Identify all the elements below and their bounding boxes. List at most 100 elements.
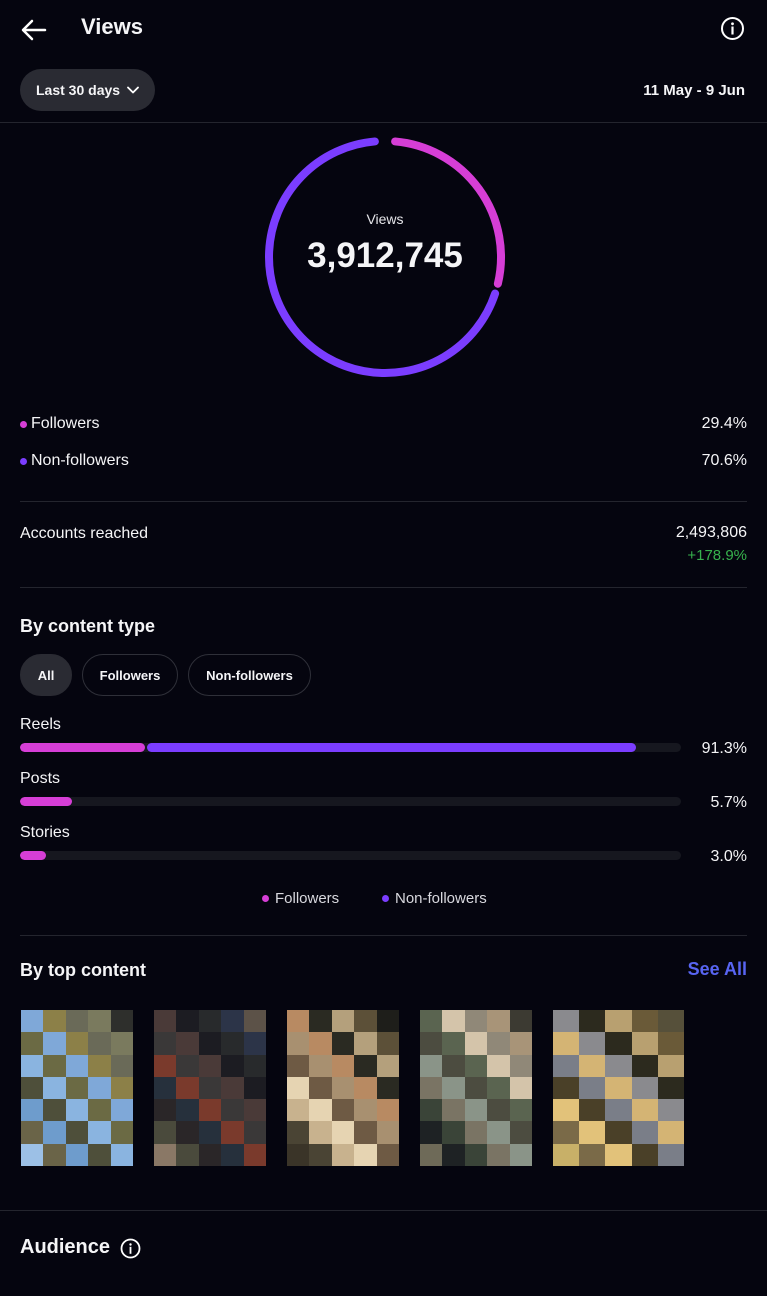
thumbnail-pixel — [331, 1099, 355, 1122]
legend-followers: Followers — [262, 890, 339, 907]
top-bar: Views — [0, 0, 767, 60]
thumbnail-pixel — [631, 1099, 658, 1122]
thumbnail-pixel — [243, 1099, 266, 1122]
thumbnail-pixel — [21, 1032, 44, 1055]
thumbnail-pixel — [176, 1032, 199, 1055]
content-type-title: By content type — [20, 616, 156, 636]
thumbnail-pixel — [331, 1121, 355, 1144]
thumbnail-pixel — [287, 1121, 310, 1144]
bar-non-followers-reels — [146, 743, 637, 752]
thumbnail-pixel — [198, 1143, 222, 1166]
thumbnail-pixel — [110, 1076, 133, 1100]
thumbnail-pixel — [65, 1121, 89, 1144]
bar-followers-stories — [20, 851, 47, 860]
thumbnail-pixel — [657, 1032, 684, 1055]
thumbnail-pixel — [110, 1054, 133, 1077]
thumbnail-pixel — [331, 1054, 355, 1077]
legend-label: Followers — [275, 890, 340, 907]
thumbnail-pixel — [420, 1121, 443, 1144]
date-range-selector[interactable]: Last 30 days — [20, 69, 156, 111]
thumbnail-pixel — [487, 1121, 510, 1144]
thumbnail-pixel — [110, 1010, 133, 1033]
thumbnail-pixel — [631, 1032, 658, 1055]
top-content-title: By top content — [20, 960, 146, 980]
accounts-reached-change: +178.9% — [687, 547, 747, 564]
thumbnail-pixel — [442, 1054, 465, 1077]
top-content-thumbnail[interactable] — [154, 1010, 266, 1166]
thumbnail-pixel — [154, 1010, 177, 1033]
info-icon[interactable] — [120, 1238, 141, 1259]
thumbnail-pixel — [309, 1054, 332, 1077]
info-icon[interactable] — [720, 16, 745, 41]
content-type-label-posts: Posts — [20, 770, 61, 787]
thumbnail-pixel — [487, 1032, 510, 1055]
top-content-thumbnail[interactable] — [553, 1010, 684, 1166]
breakdown-label: Followers — [31, 415, 100, 432]
thumbnail-pixel — [110, 1143, 133, 1166]
thumbnail-pixel — [553, 1054, 580, 1077]
date-range-selector-label: Last 30 days — [36, 82, 121, 98]
thumbnail-pixel — [198, 1054, 222, 1077]
thumbnail-pixel — [376, 1076, 399, 1100]
thumbnail-pixel — [65, 1054, 89, 1077]
thumbnail-pixel — [376, 1010, 399, 1033]
thumbnail-pixel — [43, 1054, 66, 1077]
thumbnail-pixel — [631, 1121, 658, 1144]
filter-chip-all[interactable]: All — [20, 654, 72, 696]
thumbnail-pixel — [176, 1099, 199, 1122]
thumbnail-pixel — [605, 1099, 632, 1122]
thumbnail-pixel — [553, 1010, 580, 1033]
thumbnail-pixel — [309, 1121, 332, 1144]
thumbnail-pixel — [657, 1143, 684, 1166]
thumbnail-pixel — [309, 1099, 332, 1122]
content-type-percent-reels: 91.3% — [701, 740, 747, 757]
non-followers-dot-icon — [20, 457, 27, 465]
thumbnail-pixel — [579, 1143, 606, 1166]
thumbnail-pixel — [442, 1032, 465, 1055]
thumbnail-pixel — [354, 1032, 377, 1055]
thumbnail-pixel — [509, 1010, 532, 1033]
thumbnail-pixel — [509, 1121, 532, 1144]
thumbnail-pixel — [487, 1099, 510, 1122]
thumbnail-pixel — [376, 1143, 399, 1166]
audience-title: Audience — [20, 1236, 111, 1258]
thumbnail-pixel — [21, 1054, 44, 1077]
thumbnail-pixel — [464, 1143, 488, 1166]
top-content-thumbnail[interactable] — [420, 1010, 532, 1166]
thumbnail-pixel — [88, 1054, 111, 1077]
top-content-thumbnail[interactable] — [287, 1010, 399, 1166]
thumbnail-pixel — [243, 1076, 266, 1100]
thumbnail-pixel — [43, 1121, 66, 1144]
top-content-thumbnail[interactable] — [21, 1010, 133, 1166]
thumbnail-pixel — [198, 1076, 222, 1100]
thumbnail-pixel — [88, 1121, 111, 1144]
filter-chip-non-followers[interactable]: Non-followers — [188, 654, 311, 696]
thumbnail-pixel — [376, 1121, 399, 1144]
divider — [0, 1210, 767, 1211]
thumbnail-pixel — [354, 1143, 377, 1166]
see-all-link[interactable]: See All — [688, 959, 747, 980]
thumbnail-pixel — [154, 1032, 177, 1055]
thumbnail-pixel — [509, 1076, 532, 1100]
thumbnail-pixel — [464, 1010, 488, 1033]
thumbnail-pixel — [154, 1121, 177, 1144]
thumbnail-pixel — [442, 1121, 465, 1144]
thumbnail-pixel — [420, 1143, 443, 1166]
thumbnail-pixel — [354, 1121, 377, 1144]
accounts-reached-value: 2,493,806 — [675, 524, 747, 541]
filter-chip-followers[interactable]: Followers — [82, 654, 178, 696]
thumbnail-pixel — [221, 1121, 244, 1144]
thumbnail-pixel — [88, 1032, 111, 1055]
thumbnail-pixel — [553, 1076, 580, 1100]
back-arrow-icon[interactable] — [18, 14, 50, 46]
bar-followers-posts — [20, 797, 72, 806]
bar-track-reels — [20, 743, 681, 752]
thumbnail-pixel — [509, 1054, 532, 1077]
thumbnail-pixel — [65, 1143, 89, 1166]
thumbnail-pixel — [43, 1099, 66, 1122]
thumbnail-pixel — [154, 1099, 177, 1122]
thumbnail-pixel — [43, 1032, 66, 1055]
thumbnail-pixel — [657, 1121, 684, 1144]
breakdown-percent: 29.4% — [701, 415, 747, 432]
thumbnail-pixel — [420, 1099, 443, 1122]
